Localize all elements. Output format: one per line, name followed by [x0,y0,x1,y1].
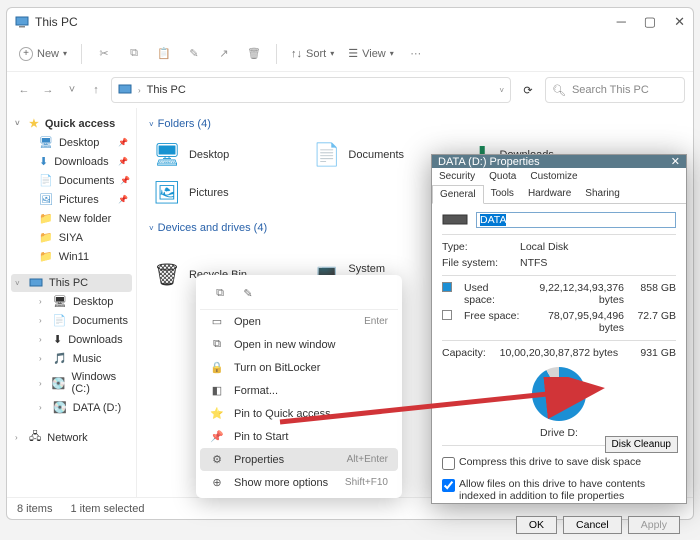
ctx-more[interactable]: ⊕Show more optionsShift+F10 [200,471,398,494]
props-close-button[interactable]: ✕ [671,155,680,168]
rename-icon[interactable]: ✎ [186,46,202,62]
sidebar-item-downloads[interactable]: ⬇Downloads📌 [11,152,132,171]
props-tabs-row2: General Tools Hardware Sharing [432,185,686,204]
sidebar-item-documents[interactable]: 📄Documents📌 [11,171,132,190]
path-field[interactable]: › This PC ˅ [111,77,511,103]
free-color-icon [442,310,452,320]
delete-icon[interactable]: 🗑 [246,46,262,62]
folder-desktop[interactable]: 🖥Desktop [149,138,269,172]
toolbar: +New ▾ ✂ ⧉ 📋 ✎ ↗ 🗑 ↑↓ Sort ▾ ☰ View ▾ ⋯ [7,36,693,72]
sidebar-pc-desktop[interactable]: ›🖥Desktop [11,292,132,311]
pin-icon: ⭐ [210,407,224,420]
ctx-open[interactable]: ▭OpenEnter [200,310,398,333]
pin-icon: 📌 [210,430,224,443]
new-button[interactable]: +New ▾ [19,47,67,61]
sidebar-item-pictures[interactable]: 🖼Pictures📌 [11,190,132,209]
ctx-bitlocker[interactable]: 🔒Turn on BitLocker [200,356,398,379]
context-menu: ⧉ ✎ ▭OpenEnter ⧉Open in new window 🔒Turn… [196,275,402,498]
ctx-copy-icon[interactable]: ⧉ [210,283,230,303]
sidebar-item-newfolder[interactable]: 📁New folder [11,209,132,228]
lock-icon: 🔒 [210,361,224,374]
ctx-pin-start[interactable]: 📌Pin to Start [200,425,398,448]
tab-sharing[interactable]: Sharing [578,185,626,203]
ctx-properties[interactable]: ⚙PropertiesAlt+Enter [200,448,398,471]
item-count: 8 items [17,503,52,515]
up-button[interactable]: ˅ [63,81,81,99]
window-title: This PC [35,15,617,29]
disk-cleanup-button[interactable]: Disk Cleanup [605,436,678,453]
sidebar: ˅★Quick access 🖥Desktop📌 ⬇Downloads📌 📄Do… [7,108,137,497]
paste-icon[interactable]: 📋 [156,46,172,62]
pc-icon [15,16,29,28]
folder-pictures[interactable]: 🖼Pictures [149,176,269,210]
cancel-button[interactable]: Cancel [563,516,622,534]
ctx-format[interactable]: ◧Format... [200,379,398,402]
titlebar: This PC ─ ▢ ✕ [7,8,693,36]
format-icon: ◧ [210,384,224,397]
maximize-button[interactable]: ▢ [644,14,656,30]
properties-icon: ⚙ [210,453,224,466]
ctx-pin-quick[interactable]: ⭐Pin to Quick access [200,402,398,425]
more-icon[interactable]: ⋯ [408,46,424,62]
tab-customize[interactable]: Customize [523,168,584,185]
index-checkbox[interactable]: Allow files on this drive to have conten… [442,478,676,502]
drive-icon [442,212,468,226]
tab-security[interactable]: Security [432,168,482,185]
props-tabs-row1: Security Quota Customize [432,168,686,185]
sidebar-network[interactable]: ›🖧Network [11,425,132,450]
props-titlebar: DATA (D:) Properties✕ [432,155,686,168]
ctx-open-new[interactable]: ⧉Open in new window [200,333,398,356]
used-color-icon [442,282,452,292]
search-icon: 🔍︎ [552,84,566,97]
address-bar: ← → ˅ ↑ › This PC ˅ ⟳ 🔍︎ Search This PC [7,72,693,108]
sort-button[interactable]: ↑↓ Sort ▾ [291,48,334,60]
drive-name-field[interactable]: DATA [476,212,676,228]
minimize-button[interactable]: ─ [617,14,626,30]
copy-icon[interactable]: ⧉ [126,46,142,62]
compress-checkbox[interactable]: Compress this drive to save disk space [442,456,676,470]
refresh-button[interactable]: ⟳ [517,84,539,97]
sidebar-item-win11[interactable]: 📁Win11 [11,247,132,266]
tab-quota[interactable]: Quota [482,168,523,185]
sidebar-this-pc[interactable]: ˅This PC [11,274,132,292]
back-button[interactable]: ← [15,81,33,99]
view-button[interactable]: ☰ View ▾ [348,47,394,60]
sidebar-pc-downloads[interactable]: ›⬇Downloads [11,330,132,349]
capacity-pie-chart [532,367,586,421]
folders-header[interactable]: ˅Folders (4) [149,118,681,130]
forward-button[interactable]: → [39,81,57,99]
sidebar-item-siya[interactable]: 📁SIYA [11,228,132,247]
sidebar-pc-documents[interactable]: ›📄Documents [11,311,132,330]
pc-icon [118,84,132,96]
up-button[interactable]: ↑ [87,81,105,99]
sidebar-pc-music[interactable]: ›🎵Music [11,349,132,368]
folder-documents[interactable]: 📄Documents [309,138,429,172]
close-button[interactable]: ✕ [674,14,685,30]
share-icon[interactable]: ↗ [216,46,232,62]
sidebar-pc-windows-c[interactable]: ›💽Windows (C:) [11,368,132,398]
tab-hardware[interactable]: Hardware [521,185,578,203]
properties-dialog: DATA (D:) Properties✕ Security Quota Cus… [431,154,687,504]
tab-general[interactable]: General [432,185,484,204]
more-icon: ⊕ [210,476,224,489]
sidebar-item-desktop[interactable]: 🖥Desktop📌 [11,133,132,152]
ctx-rename-icon[interactable]: ✎ [238,283,258,303]
ok-button[interactable]: OK [516,516,557,534]
window-icon: ⧉ [210,338,224,351]
tab-tools[interactable]: Tools [484,185,521,203]
selection-count: 1 item selected [70,503,144,515]
open-icon: ▭ [210,315,224,328]
cut-icon[interactable]: ✂ [96,46,112,62]
path-segment[interactable]: This PC [147,84,186,96]
sidebar-pc-data-d[interactable]: ›💽DATA (D:) [11,398,132,417]
search-field[interactable]: 🔍︎ Search This PC [545,77,685,103]
apply-button[interactable]: Apply [628,516,680,534]
sidebar-quick-access[interactable]: ˅★Quick access [11,114,132,133]
